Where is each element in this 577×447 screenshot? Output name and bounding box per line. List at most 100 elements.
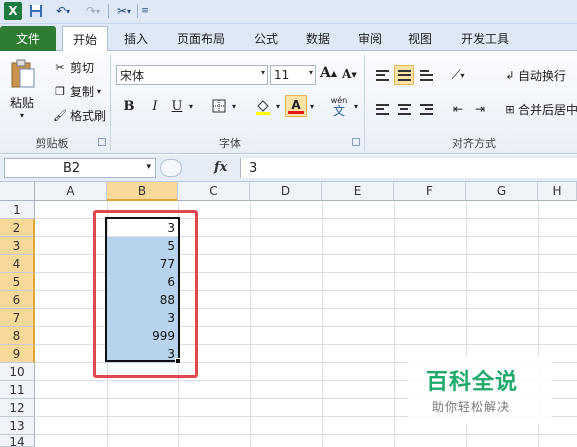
column-header-h[interactable]: H: [538, 182, 577, 201]
italic-button[interactable]: I: [144, 95, 166, 117]
chevron-down-icon: ▾: [460, 70, 465, 80]
align-top-button[interactable]: [372, 65, 392, 85]
increase-indent-icon: ⇥: [474, 102, 486, 116]
align-middle-icon: [397, 69, 411, 81]
highlight-annotation-box: [93, 210, 198, 378]
column-header-g[interactable]: G: [466, 182, 538, 201]
cut-label: 剪切: [70, 61, 95, 75]
paste-icon[interactable]: [8, 57, 38, 91]
column-header-c[interactable]: C: [178, 182, 250, 201]
row-header-6[interactable]: 6: [0, 291, 35, 309]
column-header-d[interactable]: D: [250, 182, 322, 201]
font-size-combo[interactable]: 11 ▾: [270, 65, 316, 85]
decrease-indent-icon: ⇤: [452, 102, 464, 116]
alignment-group-label: 对齐方式: [452, 137, 496, 150]
tab-view[interactable]: 视图: [398, 26, 442, 51]
clipboard-launcher-icon[interactable]: [98, 138, 106, 146]
row-header-14[interactable]: 14: [0, 435, 35, 447]
row-header-13[interactable]: 13: [0, 417, 35, 435]
row-header-12[interactable]: 12: [0, 399, 35, 417]
row-header-1[interactable]: 1: [0, 201, 35, 219]
paste-button[interactable]: 粘贴: [10, 94, 34, 111]
underline-dropdown-icon[interactable]: ▾: [186, 95, 196, 117]
select-all-corner[interactable]: [0, 182, 35, 201]
row-header-11[interactable]: 11: [0, 381, 35, 399]
row-header-4[interactable]: 4: [0, 255, 35, 273]
tab-insert[interactable]: 插入: [114, 26, 158, 51]
row-header-10[interactable]: 10: [0, 363, 35, 381]
watermark-title: 百科全说: [426, 370, 519, 395]
chevron-down-icon: ▾: [146, 162, 151, 172]
align-middle-button[interactable]: [394, 65, 414, 85]
format-painter-button[interactable]: 🖌 格式刷: [52, 107, 106, 124]
customize-tools-icon[interactable]: ✂ ▾: [113, 2, 135, 20]
bold-button[interactable]: B: [118, 95, 140, 117]
column-header-e[interactable]: E: [322, 182, 394, 201]
name-box[interactable]: B2 ▾: [4, 158, 156, 178]
qat-menu-icon[interactable]: ≡: [140, 2, 150, 20]
paint-bucket-icon: [256, 100, 270, 115]
save-icon[interactable]: [28, 2, 44, 20]
column-header-a[interactable]: A: [35, 182, 107, 201]
increase-indent-button[interactable]: ⇥: [470, 99, 490, 119]
tab-home[interactable]: 开始: [62, 26, 108, 52]
gridline: [322, 201, 323, 447]
fill-color-button[interactable]: [252, 95, 274, 117]
align-left-button[interactable]: [372, 99, 392, 119]
column-header-f[interactable]: F: [394, 182, 466, 201]
redo-icon[interactable]: ↷ ▾: [80, 2, 106, 20]
tab-formulas[interactable]: 公式: [244, 26, 288, 51]
gridline: [394, 201, 395, 447]
qat-divider: [108, 4, 109, 18]
font-name-combo[interactable]: 宋体 ▾: [116, 65, 268, 85]
orientation-icon: ⟋: [451, 67, 461, 83]
copy-dropdown-icon: ▾: [97, 87, 102, 96]
phonetic-dropdown-icon[interactable]: ▾: [351, 95, 361, 117]
align-right-button[interactable]: [416, 99, 436, 119]
tab-review[interactable]: 审阅: [348, 26, 392, 51]
shrink-font-button[interactable]: A ▼: [342, 67, 357, 81]
grow-font-button[interactable]: A ▲: [320, 65, 337, 81]
borders-dropdown-icon[interactable]: ▾: [229, 95, 239, 117]
formula-input[interactable]: 3: [240, 158, 577, 178]
tab-file[interactable]: 文件: [0, 26, 56, 51]
tab-developer[interactable]: 开发工具: [452, 26, 518, 51]
tab-data[interactable]: 数据: [296, 26, 340, 51]
row-header-7[interactable]: 7: [0, 309, 35, 327]
font-size-value: 11: [274, 68, 290, 82]
underline-button[interactable]: U: [166, 95, 188, 117]
shrink-font-label: A: [342, 67, 352, 81]
font-launcher-icon[interactable]: [352, 138, 360, 146]
row-header-3[interactable]: 3: [0, 237, 35, 255]
paste-dropdown-icon[interactable]: ▾: [20, 111, 24, 120]
orientation-button[interactable]: ⟋ ▾: [448, 65, 468, 85]
borders-button[interactable]: [208, 95, 230, 117]
formula-bar: B2 ▾ fx 3: [0, 155, 577, 182]
format-painter-label: 格式刷: [70, 109, 107, 123]
group-divider: [364, 55, 365, 151]
down-icon: ▼: [351, 69, 357, 79]
tab-page-layout[interactable]: 页面布局: [168, 26, 234, 51]
copy-button[interactable]: ❐ 复制 ▾: [52, 83, 101, 100]
merge-center-button[interactable]: ⊞ 合并后居中: [502, 101, 577, 118]
row-header-5[interactable]: 5: [0, 273, 35, 291]
row-header-9[interactable]: 9: [0, 345, 35, 363]
fill-color-dropdown-icon[interactable]: ▾: [273, 95, 283, 117]
phonetic-button[interactable]: wén 文: [326, 95, 352, 117]
align-bottom-button[interactable]: [416, 65, 436, 85]
qat-divider: [137, 4, 138, 18]
fx-icon[interactable]: fx: [214, 160, 227, 175]
column-header-b[interactable]: B: [107, 182, 178, 201]
font-color-dropdown-icon[interactable]: ▾: [307, 95, 317, 117]
align-center-button[interactable]: [394, 99, 414, 119]
undo-icon[interactable]: ↶ ▾: [50, 2, 76, 20]
wrap-text-button[interactable]: ↲ 自动换行: [502, 67, 566, 84]
decrease-indent-button[interactable]: ⇤: [448, 99, 468, 119]
row-header-2[interactable]: 2: [0, 219, 35, 237]
excel-logo-icon[interactable]: X: [4, 2, 22, 20]
font-color-button[interactable]: A: [285, 95, 307, 117]
wrap-text-icon: ↲: [505, 69, 515, 82]
cut-button[interactable]: ✂ 剪切: [52, 59, 94, 76]
up-icon: ▲: [330, 68, 338, 78]
row-header-8[interactable]: 8: [0, 327, 35, 345]
